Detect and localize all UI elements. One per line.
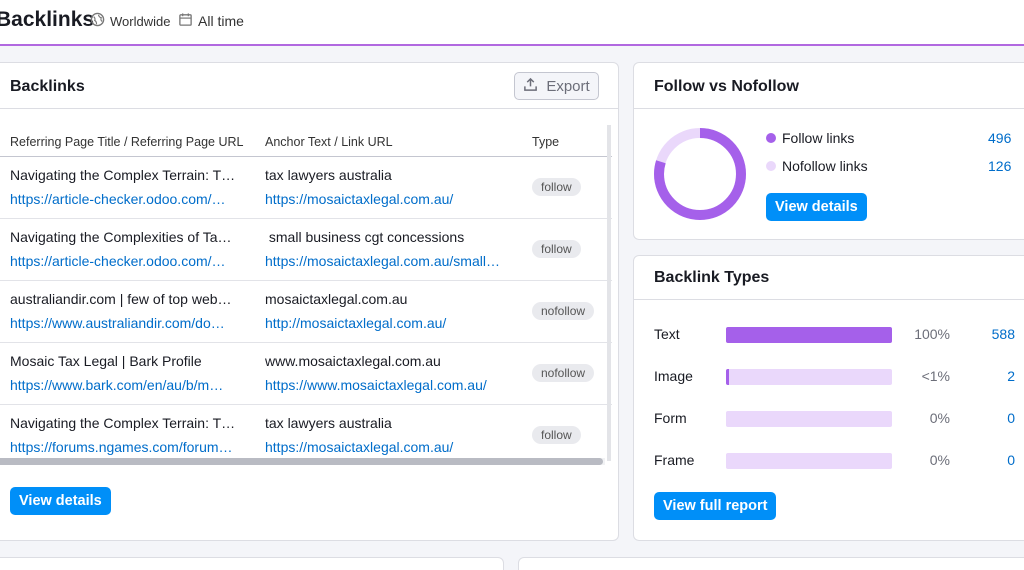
type-label: Text: [654, 326, 680, 342]
table-row: Navigating the Complexities of Ta… https:…: [0, 219, 612, 281]
type-row-form: Form 0% 0: [634, 409, 1024, 429]
link-type-badge: follow: [532, 240, 581, 258]
type-label: Form: [654, 410, 687, 426]
referring-page-title: Navigating the Complexities of Ta…: [10, 229, 232, 245]
type-percent: 0%: [929, 410, 950, 426]
divider: [0, 108, 618, 109]
backlinks-card-title: Backlinks: [10, 78, 85, 95]
link-url[interactable]: https://mosaictaxlegal.com.au/: [265, 438, 517, 456]
type-row-frame: Frame 0% 0: [634, 451, 1024, 471]
backlinks-table: Referring Page Title / Referring Page UR…: [0, 125, 612, 467]
table-row: Navigating the Complex Terrain: T… https:…: [0, 157, 612, 219]
period-label: All time: [198, 13, 244, 29]
anchor-text: mosaictaxlegal.com.au: [265, 291, 408, 307]
type-bar: [726, 327, 892, 343]
calendar-icon: [178, 12, 193, 30]
anchor-text: small business cgt concessions: [265, 229, 465, 245]
follow-donut-chart: [654, 128, 746, 220]
link-type-badge: follow: [532, 178, 581, 196]
follow-links-count[interactable]: 496: [988, 130, 1011, 146]
type-bar-fill: [726, 327, 892, 343]
nofollow-dot: [766, 161, 776, 171]
column-header-type[interactable]: Type: [532, 135, 559, 149]
export-button[interactable]: Export: [514, 72, 599, 100]
anchor-text: tax lawyers australia: [265, 167, 392, 183]
type-percent: 0%: [929, 452, 950, 468]
referring-page-url[interactable]: https://www.bark.com/en/au/b/m…: [10, 376, 250, 394]
link-url[interactable]: http://mosaictaxlegal.com.au/: [265, 314, 517, 332]
anchor-text: tax lawyers australia: [265, 415, 392, 431]
export-icon: [523, 77, 538, 96]
type-bar: [726, 369, 892, 385]
referring-page-url[interactable]: https://article-checker.odoo.com/…: [10, 190, 250, 208]
next-card-left: [0, 557, 504, 570]
nofollow-links-count[interactable]: 126: [988, 158, 1011, 174]
table-row: Mosaic Tax Legal | Bark Profile https://w…: [0, 343, 612, 405]
divider: [634, 299, 1024, 300]
link-type-badge: nofollow: [532, 302, 595, 320]
type-bar: [726, 411, 892, 427]
region-label: Worldwide: [110, 13, 171, 29]
view-full-report-button[interactable]: View full report: [654, 492, 777, 520]
anchor-text: www.mosaictaxlegal.com.au: [265, 353, 441, 369]
type-label: Frame: [654, 452, 695, 468]
type-count[interactable]: 2: [1007, 368, 1015, 384]
type-count[interactable]: 0: [1007, 452, 1015, 468]
type-row-text: Text 100% 588: [634, 325, 1024, 345]
period-filter[interactable]: All time: [178, 12, 244, 30]
backlink-types-card: Backlink Types Text 100% 588 Image <1% 2…: [633, 255, 1024, 541]
referring-page-title: Mosaic Tax Legal | Bark Profile: [10, 353, 202, 369]
referring-page-title: australiandir.com | few of top web…: [10, 291, 232, 307]
link-url[interactable]: https://mosaictaxlegal.com.au/: [265, 190, 517, 208]
backlink-types-title: Backlink Types: [654, 269, 770, 286]
type-bar: [726, 453, 892, 469]
next-card-right: [518, 557, 1024, 570]
type-percent: <1%: [921, 368, 950, 384]
follow-links-label: Follow links: [782, 130, 855, 146]
view-details-button[interactable]: View details: [10, 487, 111, 515]
export-label: Export: [546, 77, 590, 95]
column-header-anchor[interactable]: Anchor Text / Link URL: [265, 135, 393, 149]
referring-page-url[interactable]: https://forums.ngames.com/forum…: [10, 438, 250, 456]
link-type-badge: follow: [532, 426, 581, 444]
globe-icon: [90, 12, 105, 30]
type-percent: 100%: [914, 326, 950, 342]
referring-page-url[interactable]: https://article-checker.odoo.com/…: [10, 252, 250, 270]
table-header: Referring Page Title / Referring Page UR…: [0, 125, 612, 157]
type-count[interactable]: 588: [992, 326, 1015, 342]
referring-page-title: Navigating the Complex Terrain: T…: [10, 415, 236, 431]
vertical-scrollbar[interactable]: [607, 125, 611, 461]
follow-nofollow-title: Follow vs Nofollow: [654, 78, 799, 95]
page-title: Backlinks: [0, 8, 95, 31]
table-row: australiandir.com | few of top web… https…: [0, 281, 612, 343]
referring-page-title: Navigating the Complex Terrain: T…: [10, 167, 236, 183]
referring-page-url[interactable]: https://www.australiandir.com/do…: [10, 314, 250, 332]
type-label: Image: [654, 368, 693, 384]
nofollow-links-label: Nofollow links: [782, 158, 868, 174]
follow-dot: [766, 133, 776, 143]
type-count[interactable]: 0: [1007, 410, 1015, 426]
view-details-button[interactable]: View details: [766, 193, 867, 221]
follow-nofollow-card: Follow vs Nofollow Follow links 496 Nofo…: [633, 62, 1024, 240]
region-filter[interactable]: Worldwide: [90, 12, 170, 30]
page-header: Backlinks Worldwide All time: [0, 0, 1024, 46]
link-url[interactable]: https://mosaictaxlegal.com.au/small…: [265, 252, 517, 270]
column-header-referring-page[interactable]: Referring Page Title / Referring Page UR…: [10, 135, 243, 149]
legend-nofollow-links: Nofollow links 126: [766, 158, 1011, 174]
link-type-badge: nofollow: [532, 364, 595, 382]
legend-follow-links: Follow links 496: [766, 130, 1011, 146]
link-url[interactable]: https://www.mosaictaxlegal.com.au/: [265, 376, 517, 394]
type-bar-fill: [726, 369, 729, 385]
type-row-image: Image <1% 2: [634, 367, 1024, 387]
divider: [634, 108, 1024, 109]
backlinks-card: Backlinks Export Referring Page Title / …: [0, 62, 619, 541]
horizontal-scrollbar[interactable]: [0, 458, 603, 465]
